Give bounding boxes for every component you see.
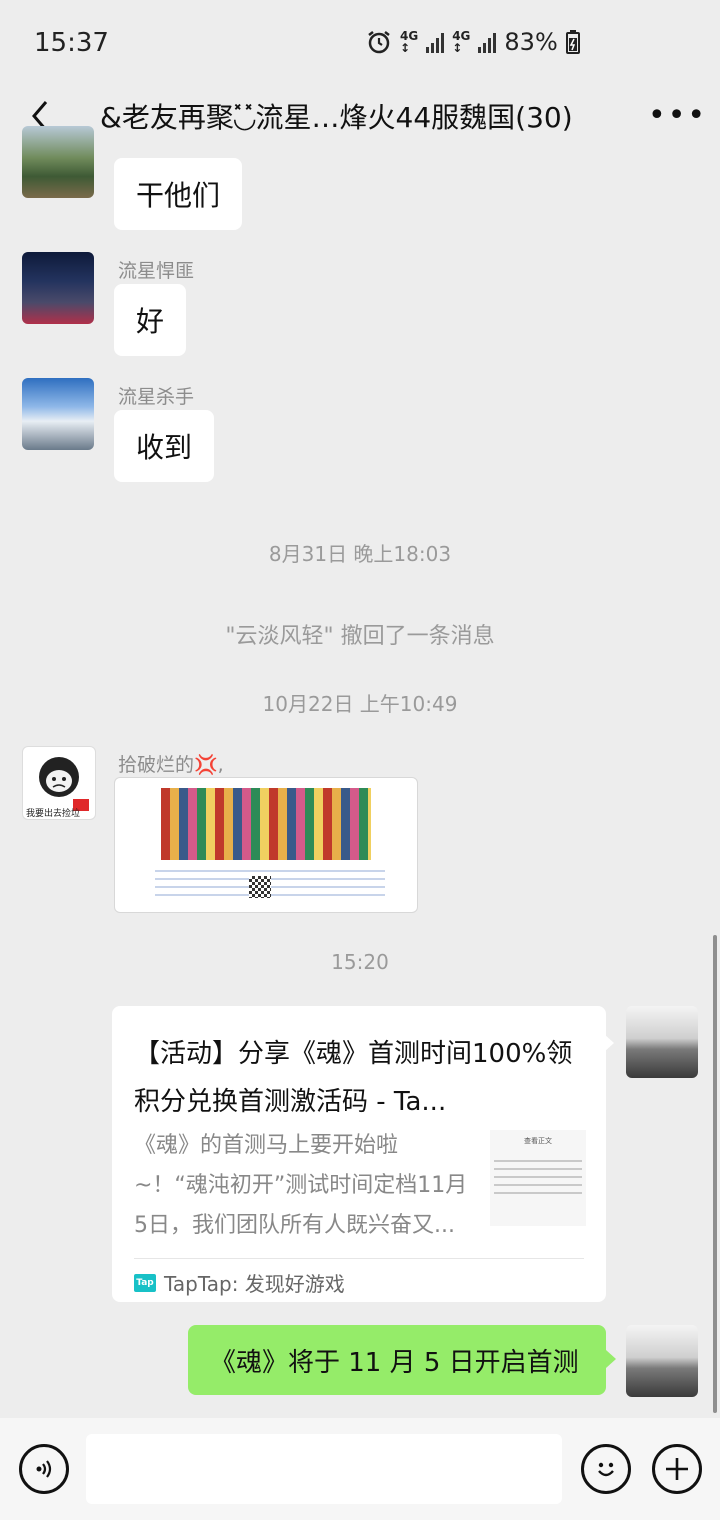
plus-icon bbox=[666, 1458, 688, 1480]
message-text: 好 bbox=[136, 305, 165, 338]
avatar[interactable] bbox=[626, 1325, 698, 1397]
card-thumb-heading: 查看正文 bbox=[524, 1137, 552, 1145]
message-bubble[interactable]: 《魂》将于 11 月 5 日开启首测 bbox=[188, 1325, 606, 1395]
alarm-icon bbox=[368, 31, 390, 54]
card-source-label: TapTap: 发现好游戏 bbox=[164, 1272, 345, 1296]
battery-charging-icon bbox=[565, 30, 580, 54]
image-message[interactable] bbox=[114, 777, 418, 913]
qr-code bbox=[249, 876, 271, 898]
image-thumbnail bbox=[161, 788, 371, 860]
message-bubble[interactable]: 干他们 bbox=[114, 158, 243, 230]
battery-percent: 83% bbox=[504, 28, 558, 56]
timestamp: 10月22日 上午10:49 bbox=[262, 692, 458, 716]
card-description: 《魂》的首测马上要开始啦~！“魂沌初开”测试时间定档11月5日，我们团队所有人既… bbox=[134, 1133, 468, 1238]
scrollbar[interactable] bbox=[713, 935, 717, 1413]
sender-name: 流星悍匪 bbox=[118, 260, 195, 282]
avatar[interactable] bbox=[22, 378, 94, 450]
status-time: 15:37 bbox=[34, 28, 109, 58]
timestamp: 8月31日 晚上18:03 bbox=[268, 542, 452, 566]
emoji-button[interactable] bbox=[581, 1444, 631, 1494]
taptap-logo-icon: Tap bbox=[134, 1273, 156, 1292]
message-text: 干他们 bbox=[136, 179, 221, 212]
signal-icon bbox=[426, 31, 445, 53]
voice-button[interactable] bbox=[19, 1444, 69, 1494]
chat-title: &老友再聚◟̽◞̽流星…烽火44服魏国(30) bbox=[100, 101, 573, 134]
message-text: 收到 bbox=[136, 431, 193, 464]
plus-button[interactable] bbox=[652, 1444, 702, 1494]
network-type-1: 4G ↕ bbox=[400, 29, 419, 55]
avatar-caption: 我要出去捡垃 bbox=[26, 809, 81, 819]
message-input[interactable] bbox=[86, 1434, 562, 1504]
card-source: Tap TapTap: 发现好游戏 bbox=[134, 1268, 345, 1297]
bubble-tail bbox=[604, 1034, 614, 1052]
link-card[interactable]: 【活动】分享《魂》首测时间100%领积分兑换首测激活码 - Ta... 《魂》的… bbox=[112, 1006, 606, 1302]
recall-notice: "云淡风轻" 撤回了一条消息 bbox=[225, 624, 495, 649]
emoji-icon bbox=[598, 1462, 614, 1477]
avatar[interactable] bbox=[22, 252, 94, 324]
status-icons: 4G ↕ 4G ↕ 83% bbox=[366, 28, 580, 56]
sender-name: 流星杀手 bbox=[118, 386, 195, 408]
signal-icon bbox=[478, 31, 497, 53]
avatar[interactable] bbox=[626, 1006, 698, 1078]
card-divider bbox=[134, 1258, 584, 1259]
bubble-tail bbox=[606, 1350, 616, 1368]
card-thumbnail: 查看正文 bbox=[490, 1130, 586, 1226]
more-button[interactable]: ••• bbox=[648, 98, 707, 133]
message-bubble[interactable]: 收到 bbox=[114, 410, 215, 482]
voice-icon bbox=[36, 1460, 52, 1478]
avatar[interactable]: 我要出去捡垃 bbox=[22, 746, 96, 820]
network-type-2: 4G ↕ bbox=[452, 29, 471, 55]
avatar[interactable] bbox=[22, 126, 94, 198]
message-bubble[interactable]: 好 bbox=[114, 284, 187, 356]
card-thumb-lines bbox=[494, 1160, 582, 1200]
timestamp: 15:20 bbox=[331, 950, 389, 974]
card-title: 【活动】分享《魂》首测时间100%领积分兑换首测激活码 - Ta... bbox=[134, 1039, 573, 1117]
message-text: 《魂》将于 11 月 5 日开启首测 bbox=[210, 1347, 579, 1378]
sender-name: 拾破烂的💢, bbox=[118, 754, 224, 776]
